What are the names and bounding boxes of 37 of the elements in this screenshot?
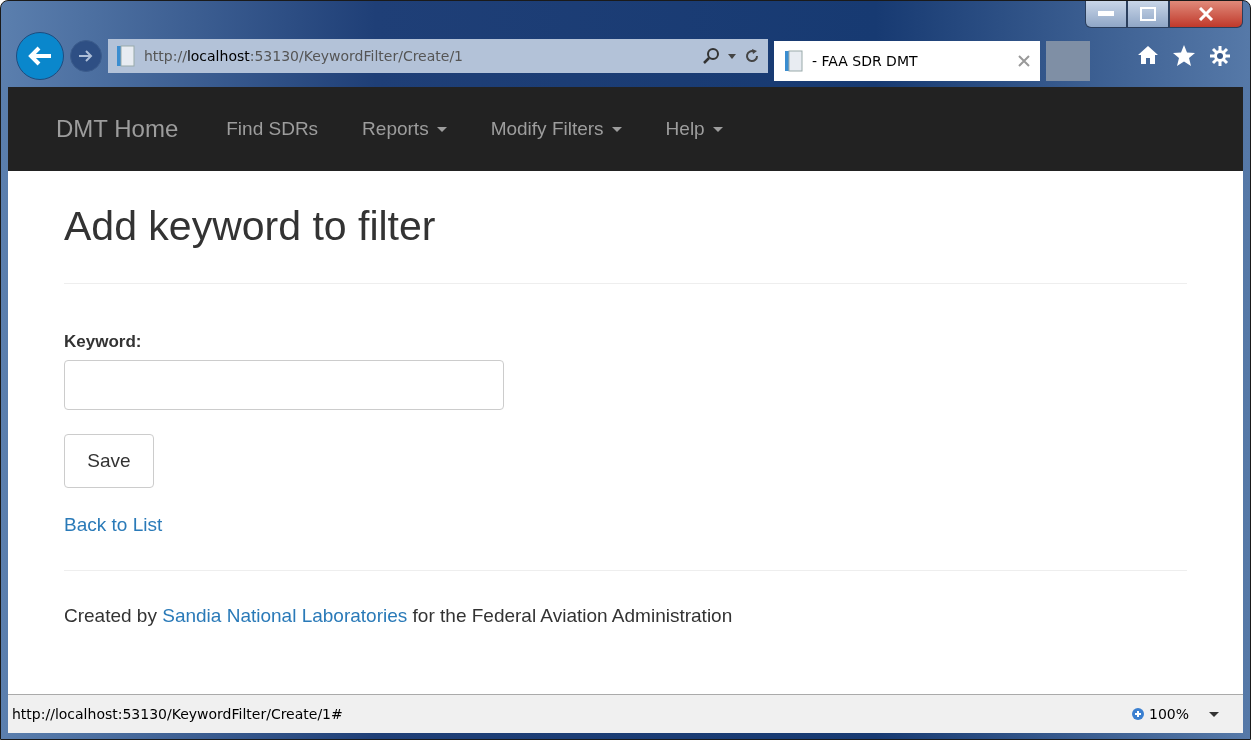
close-icon (1198, 7, 1214, 21)
zoom-icon[interactable] (1130, 707, 1145, 721)
nav-link[interactable]: Reports (362, 118, 447, 140)
page-icon (784, 50, 804, 72)
forward-button[interactable] (70, 40, 102, 72)
field-label: Keyword: (64, 332, 143, 352)
address-bar[interactable]: http://localhost:53130/KeywordFilter/Create/1 (108, 39, 768, 73)
save-button[interactable]: Save (64, 434, 154, 488)
forward-arrow-icon (78, 49, 94, 63)
home-icon[interactable] (1137, 45, 1159, 65)
keyword-field[interactable] (64, 360, 504, 410)
dropdown-icon[interactable] (1209, 711, 1219, 717)
browser-tab[interactable]: - FAA SDR DMT (774, 41, 1040, 81)
lab-link[interactable]: Sandia National Laboratories (162, 605, 408, 626)
page-icon (116, 45, 136, 67)
page-heading: Add keyword to filter (64, 203, 437, 251)
nav-link[interactable]: Find SDRs (226, 118, 319, 140)
close-icon[interactable] (1018, 55, 1030, 67)
brand-link[interactable]: DMT Home (56, 115, 179, 143)
search-icon[interactable] (702, 47, 720, 65)
zoom-level[interactable]: 100% (1148, 706, 1189, 722)
status-url: http://localhost:53130/KeywordFilter/Create/1# (12, 706, 344, 722)
maximize-button[interactable] (1127, 1, 1169, 28)
refresh-icon[interactable] (744, 48, 760, 64)
minimize-button[interactable] (1085, 1, 1127, 28)
back-button[interactable] (16, 32, 64, 80)
back-arrow-icon (27, 45, 53, 67)
maximize-icon (1140, 7, 1156, 21)
nav-link[interactable]: Help (665, 118, 723, 140)
back-link[interactable]: Back to List (64, 514, 163, 536)
dropdown-icon[interactable] (728, 53, 736, 59)
close-button[interactable] (1169, 1, 1243, 28)
nav-link[interactable]: Modify Filters (490, 118, 622, 140)
footer-text: Created by Sandia National Laboratories for the Federal Aviation Administration (64, 605, 734, 627)
minimize-icon (1098, 11, 1114, 17)
star-icon[interactable] (1173, 45, 1195, 66)
settings-icon[interactable] (1209, 45, 1231, 67)
